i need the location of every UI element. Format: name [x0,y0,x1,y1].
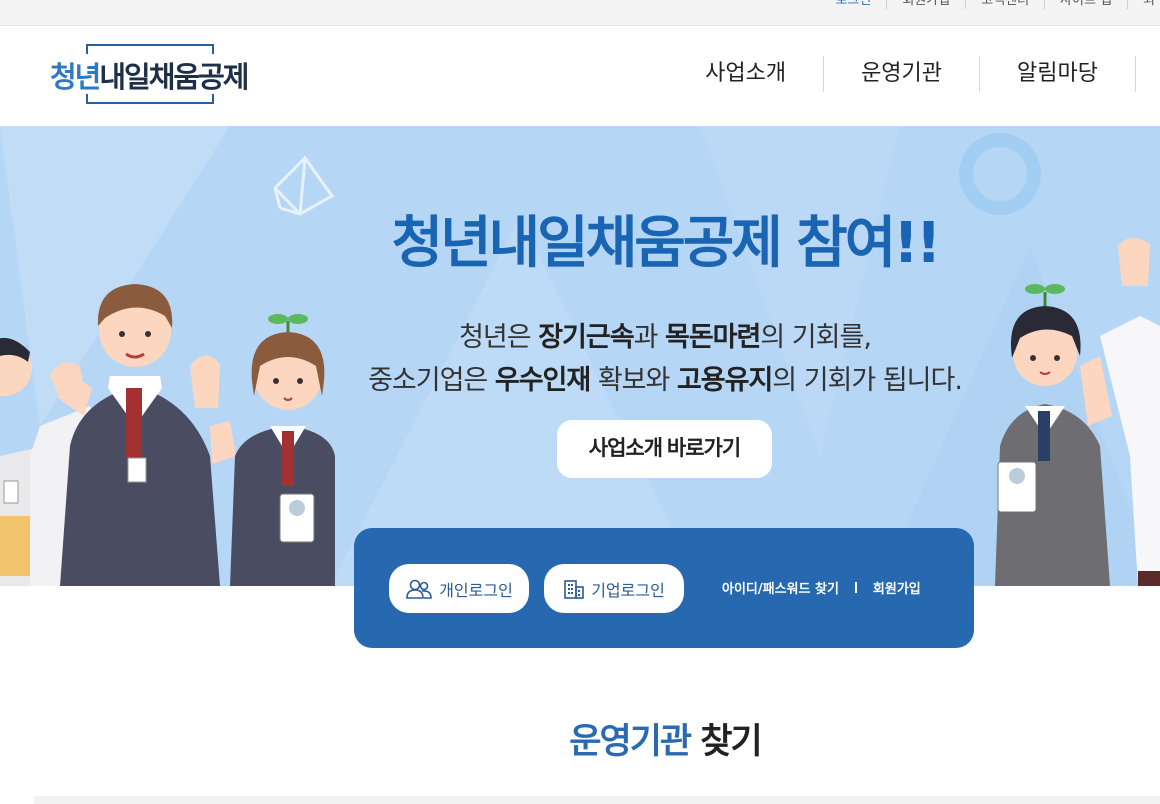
find-id-password-link[interactable]: 아이디/패스워드 찾기 [722,578,839,597]
utility-nav: 로그인 회원가입 고객센터 사이트 맵 외 [820,0,1160,9]
site-header: 청년내일채움공제 사업소개 운영기관 알림마당 [0,26,1160,126]
util-join-link[interactable]: 회원가입 [886,0,965,9]
company-login-button[interactable]: 기업로그인 [544,564,684,613]
logo-text-part1: 청년 [50,60,101,94]
login-links: 아이디/패스워드 찾기 회원가입 [722,578,921,597]
section-title-part2: 찾기 [690,722,762,762]
people-icon [406,579,432,599]
company-login-label: 기업로그인 [591,582,665,600]
hero-banner: 청년내일채움공제 참여!! 청년은 장기근속과 목돈마련의 기회를, 중소기업은… [0,126,1160,586]
hero-subtitle: 청년은 장기근속과 목돈마련의 기회를, 중소기업은 우수인재 확보와 고용유지… [350,316,980,402]
hero-line2-bold2: 고용유지 [676,365,773,396]
hero-line1-text3: 의 기회를, [760,322,872,353]
hero-title: 청년내일채움공제 참여!! [391,211,942,276]
main-nav: 사업소개 운영기관 알림마당 [668,56,1136,92]
section-title-part1: 운영기관 [569,722,692,762]
logo-text: 청년내일채움공제 [50,54,249,96]
hero-line2-text2: 확보와 [590,365,677,396]
personal-login-button[interactable]: 개인로그인 [389,564,529,613]
util-support-link[interactable]: 고객센터 [965,0,1044,9]
section-content-top [34,796,1160,804]
link-separator [854,582,857,593]
util-extra-link[interactable]: 외 [1127,0,1160,9]
utility-bar: 로그인 회원가입 고객센터 사이트 맵 외 [0,0,1160,26]
personal-login-label: 개인로그인 [439,582,513,600]
site-logo[interactable]: 청년내일채움공제 [50,44,260,106]
hero-line2-text3: 의 기회가 됩니다. [772,365,963,396]
hero-line1-bold2: 목돈마련 [665,322,761,353]
hero-line2-text1: 중소기업은 [368,365,495,396]
login-panel: 개인로그인 기업로그인 아이디/패스워드 찾기 회원가입 [354,528,974,648]
hero-line1-text2: 과 [633,322,665,353]
logo-text-part2: 내일채움공제 [99,60,249,94]
join-link[interactable]: 회원가입 [873,578,921,597]
hero-subtitle-line1: 청년은 장기근속과 목돈마련의 기회를, [350,316,980,359]
person-center-woman [230,314,335,586]
nav-item-operators[interactable]: 운영기관 [824,56,981,92]
util-sitemap-link[interactable]: 사이트 맵 [1044,0,1127,9]
nav-item-business[interactable]: 사업소개 [668,56,825,92]
logo-frame-top [86,44,214,54]
nav-item-notice[interactable]: 알림마당 [980,56,1136,92]
hero-subtitle-line2: 중소기업은 우수인재 확보와 고용유지의 기회가 됩니다. [350,359,980,402]
hero-line2-bold1: 우수인재 [494,365,591,396]
building-icon [564,579,584,599]
operator-search-title: 운영기관 찾기 [0,713,1160,764]
business-intro-button[interactable]: 사업소개 바로가기 [557,420,772,478]
hero-line1-bold1: 장기근속 [538,322,634,353]
util-login-link[interactable]: 로그인 [820,0,886,9]
hero-line1-text1: 청년은 [459,322,539,353]
